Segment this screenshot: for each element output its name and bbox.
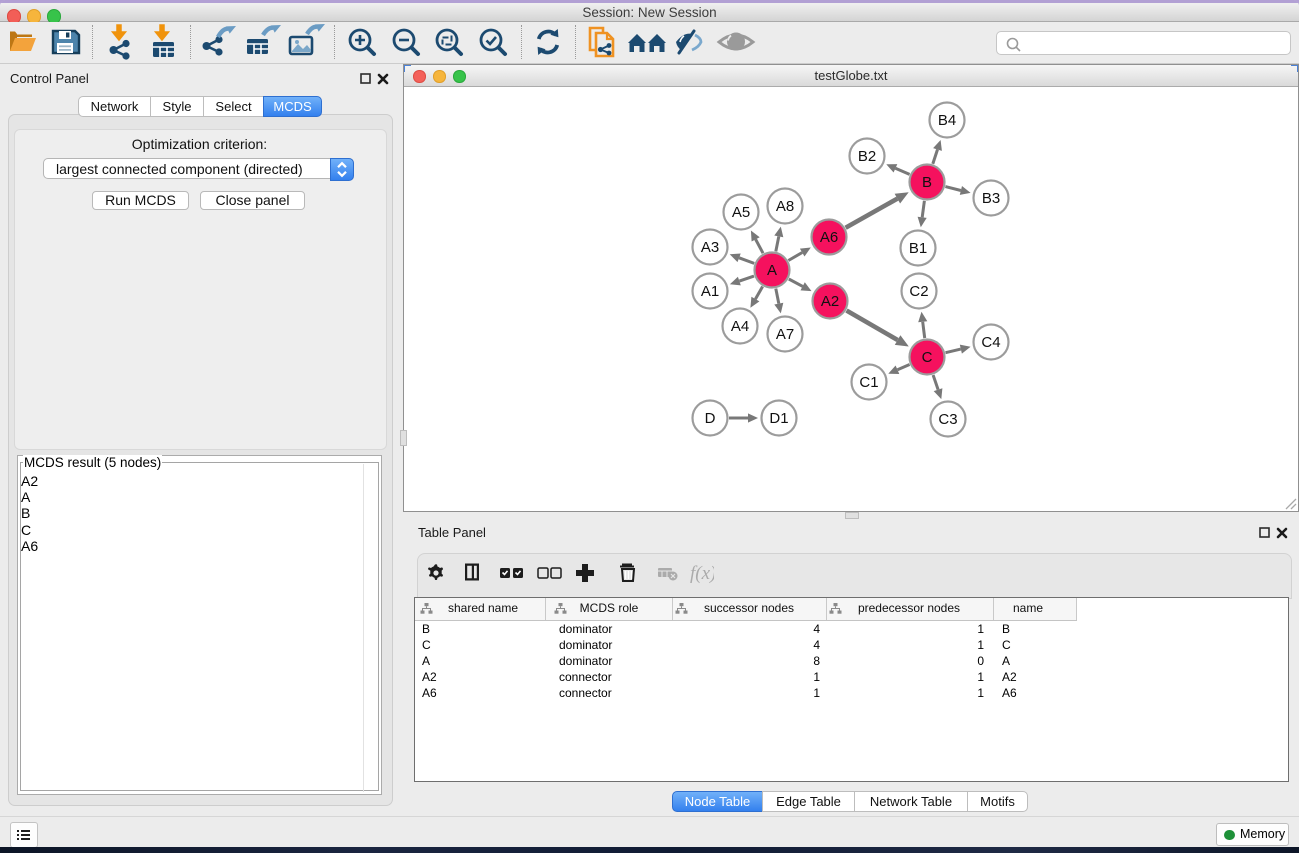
svg-text:A7: A7	[776, 326, 794, 343]
svg-text:C4: C4	[981, 334, 1000, 351]
svg-text:B3: B3	[982, 190, 1000, 207]
svg-text:B: B	[922, 174, 932, 191]
svg-text:f(x): f(x)	[690, 563, 714, 584]
svg-text:B1: B1	[909, 240, 927, 257]
svg-text:C: C	[922, 349, 933, 366]
svg-text:C1: C1	[859, 374, 878, 391]
svg-text:A3: A3	[701, 239, 719, 256]
svg-text:C2: C2	[909, 283, 928, 300]
svg-text:A: A	[767, 262, 777, 279]
svg-text:D: D	[705, 410, 716, 427]
svg-text:A5: A5	[732, 204, 750, 221]
svg-text:A8: A8	[776, 198, 794, 215]
svg-text:D1: D1	[769, 410, 788, 427]
svg-text:B4: B4	[938, 112, 956, 129]
svg-text:A2: A2	[821, 293, 839, 310]
svg-text:A4: A4	[731, 318, 749, 335]
svg-text:A6: A6	[820, 229, 838, 246]
svg-text:C3: C3	[938, 411, 957, 428]
svg-text:A1: A1	[701, 283, 719, 300]
svg-text:B2: B2	[858, 148, 876, 165]
